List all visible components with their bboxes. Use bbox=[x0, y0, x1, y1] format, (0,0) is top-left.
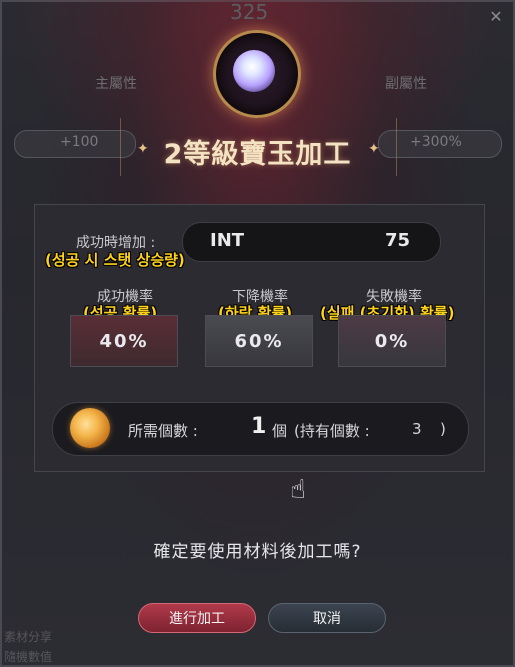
fail-rate-value: 0% bbox=[374, 330, 410, 352]
success-increase-annotation: (성공 시 스탯 상승량) bbox=[45, 251, 185, 269]
background-top-value: 325 bbox=[230, 0, 269, 24]
material-icon bbox=[70, 408, 110, 448]
background-bottom-text-2: 隨機數值 bbox=[4, 650, 53, 664]
background-left-label: 主屬性 bbox=[95, 76, 137, 92]
material-owned-value: 3 bbox=[412, 420, 422, 438]
confirm-process-button[interactable]: 進行加工 bbox=[138, 603, 256, 633]
stat-name: INT bbox=[210, 230, 245, 251]
material-required-count: 1 bbox=[251, 414, 267, 439]
success-rate-value: 40% bbox=[99, 330, 149, 352]
close-icon[interactable]: ✕ bbox=[487, 8, 505, 26]
decrease-rate-box: 60% bbox=[205, 315, 313, 367]
dialog-title: 2等級寶玉加工 bbox=[163, 139, 352, 170]
material-owned-label: (持有個數 : bbox=[294, 422, 370, 440]
pointer-hand-icon: ☝ bbox=[290, 475, 306, 505]
fail-rate-box: 0% bbox=[338, 315, 446, 367]
background-bottom-text-1: 素材分享 bbox=[4, 630, 53, 644]
stat-value: 75 bbox=[385, 230, 411, 251]
cancel-button[interactable]: 取消 bbox=[268, 603, 386, 633]
decrease-rate-value: 60% bbox=[234, 330, 284, 352]
material-unit: 個 bbox=[272, 422, 288, 440]
material-required-label: 所需個數 : bbox=[128, 422, 198, 440]
confirm-question: 確定要使用材料後加工嗎? bbox=[153, 542, 362, 562]
gem-icon bbox=[233, 50, 275, 92]
material-owned-close: ) bbox=[440, 420, 446, 438]
background-right-label: 副屬性 bbox=[385, 76, 427, 92]
success-rate-box: 40% bbox=[70, 315, 178, 367]
